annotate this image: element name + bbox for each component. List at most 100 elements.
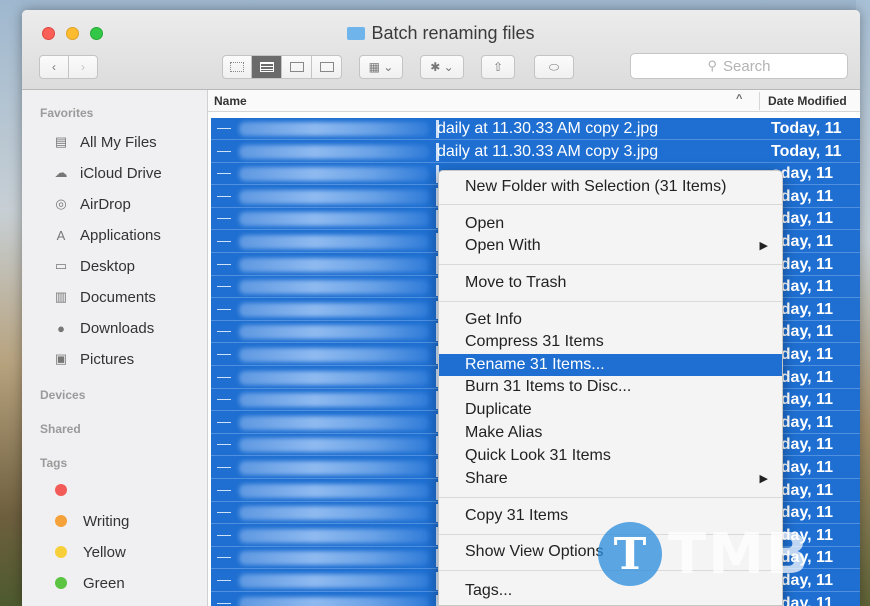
menu-item-burn-to-disc[interactable]: Burn 31 Items to Disc...: [439, 376, 782, 398]
file-icon: [217, 580, 231, 581]
edit-tags-button[interactable]: ⬭: [534, 55, 574, 79]
sidebar-item-documents[interactable]: ▥ Documents: [52, 287, 156, 307]
sidebar-tag-label: Green: [83, 574, 125, 592]
sidebar-item-downloads[interactable]: ● Downloads: [52, 318, 154, 338]
sidebar-item-pictures[interactable]: ▣ Pictures: [52, 349, 134, 369]
sidebar-item-icon: ▥: [54, 289, 68, 304]
sidebar-tag-item[interactable]: [52, 480, 83, 500]
sort-ascending-icon: ^: [736, 93, 743, 105]
arrange-icon: ▦ ⌄: [368, 60, 394, 74]
list-icon: [259, 62, 274, 72]
sidebar-item-icon: ▣: [54, 351, 68, 366]
sidebar-tag-label: Writing: [83, 512, 130, 530]
menu-separator: [439, 301, 782, 302]
file-icon: [217, 331, 231, 333]
titlebar: Batch renaming files ‹ › ▦ ⌄ ✱ ⌄ ⇧ ⬭ ⚲ Se…: [22, 10, 860, 90]
blurred-filename: [239, 167, 429, 182]
file-icon: [217, 512, 231, 514]
menu-item-duplicate[interactable]: Duplicate: [439, 399, 782, 421]
file-date-modified: Today, 11: [771, 142, 842, 160]
column-header-date-modified[interactable]: Date Modified: [768, 94, 847, 108]
sidebar-tag-label: Yellow: [83, 543, 126, 561]
menu-item-label: Tags...: [465, 582, 513, 599]
sidebar-item-label: All My Files: [80, 133, 157, 151]
search-field[interactable]: ⚲ Search: [630, 53, 848, 79]
menu-separator: [439, 204, 782, 205]
share-button[interactable]: ⇧: [481, 55, 515, 79]
tag-color-dot: [55, 577, 67, 589]
back-button[interactable]: ‹: [39, 55, 69, 79]
sidebar-item-icon: ▤: [54, 134, 68, 149]
menu-item-label: Copy 31 Items: [465, 507, 569, 524]
cover-flow-button[interactable]: [312, 55, 342, 79]
sidebar-item-all-my-files[interactable]: ▤ All My Files: [52, 132, 157, 152]
sidebar-tag-item[interactable]: Writing: [52, 511, 129, 531]
column-divider[interactable]: [759, 92, 760, 110]
sidebar-item-icloud-drive[interactable]: ☁ iCloud Drive: [52, 163, 162, 183]
blurred-filename: [239, 144, 429, 159]
column-view-button[interactable]: [282, 55, 312, 79]
sidebar-item-label: Downloads: [80, 319, 155, 337]
file-icon: [217, 467, 231, 468]
sidebar-tag-item[interactable]: Green: [52, 573, 125, 593]
menu-item-rename[interactable]: Rename 31 Items...: [439, 354, 782, 376]
sidebar-item-icon: ☁: [54, 165, 68, 180]
sidebar-item-applications[interactable]: A Applications: [52, 225, 161, 245]
icon-view-button[interactable]: [222, 55, 252, 79]
submenu-arrow-icon: ▶: [759, 240, 768, 252]
list-view-button[interactable]: [252, 55, 282, 79]
blurred-filename: [239, 393, 429, 408]
menu-item-compress[interactable]: Compress 31 Items: [439, 331, 782, 353]
window-title: Batch renaming files: [22, 23, 860, 44]
arrange-button[interactable]: ▦ ⌄: [359, 55, 403, 79]
menu-item-label: Get Info: [465, 311, 522, 328]
menu-item-label: Compress 31 Items: [465, 333, 604, 350]
file-name: daily at 11.30.33 AM copy 2.jpg: [437, 120, 659, 137]
tag-icon: ⬭: [548, 59, 560, 74]
watermark-text: TMB: [668, 522, 811, 587]
menu-item-quick-look[interactable]: Quick Look 31 Items: [439, 445, 782, 467]
menu-item-move-to-trash[interactable]: Move to Trash: [439, 272, 782, 294]
forward-button[interactable]: ›: [68, 55, 98, 79]
column-header-name[interactable]: Name: [214, 94, 247, 108]
sidebar-item-airdrop[interactable]: ◎ AirDrop: [52, 194, 131, 214]
file-icon: [217, 150, 231, 152]
folder-icon: [347, 27, 366, 40]
file-name: daily at 11.30.33 AM copy 3.jpg: [437, 142, 659, 160]
sidebar-item-label: Desktop: [80, 257, 136, 275]
chevron-right-icon: ›: [81, 60, 85, 74]
menu-separator: [439, 264, 782, 265]
sidebar-item-desktop[interactable]: ▭ Desktop: [52, 256, 135, 276]
table-row[interactable]: daily at 11.30.33 AM copy 3.jpg Today, 11: [211, 141, 860, 163]
blurred-filename: [239, 122, 429, 136]
menu-item-label: Burn 31 Items to Disc...: [465, 378, 632, 395]
file-icon: [217, 444, 231, 446]
submenu-arrow-icon: ▶: [759, 473, 768, 485]
file-icon: [217, 354, 231, 355]
file-icon: [217, 602, 231, 604]
file-icon: [217, 308, 231, 310]
menu-item-open[interactable]: Open: [439, 213, 782, 235]
menu-item-make-alias[interactable]: Make Alias: [439, 422, 782, 444]
menu-item-new-folder-with-selection[interactable]: New Folder with Selection (31 Items): [439, 176, 782, 198]
menu-item-label: Rename 31 Items...: [465, 356, 605, 373]
action-button[interactable]: ✱ ⌄: [420, 55, 464, 79]
menu-item-label: Move to Trash: [465, 274, 567, 291]
window-title-text: Batch renaming files: [371, 23, 535, 43]
menu-item-label: Quick Look 31 Items: [465, 447, 611, 464]
menu-item-get-info[interactable]: Get Info: [439, 309, 782, 331]
menu-item-open-with[interactable]: Open With ▶: [439, 235, 782, 257]
file-icon: [217, 557, 231, 559]
sidebar-tag-item[interactable]: Yellow: [52, 542, 126, 562]
blurred-filename: [239, 370, 429, 385]
blurred-filename: [239, 235, 429, 249]
file-icon: [217, 534, 231, 536]
sidebar-item-icon: ●: [57, 320, 65, 336]
menu-item-label: New Folder with Selection (31 Items): [465, 178, 727, 195]
column-header: Name ^ Date Modified: [208, 90, 860, 112]
blurred-filename: [239, 596, 429, 606]
menu-item-share[interactable]: Share ▶: [439, 468, 782, 490]
table-row[interactable]: daily at 11.30.33 AM copy 2.jpg Today, 11: [211, 118, 860, 140]
file-icon: [217, 263, 231, 265]
file-icon: [217, 173, 231, 175]
